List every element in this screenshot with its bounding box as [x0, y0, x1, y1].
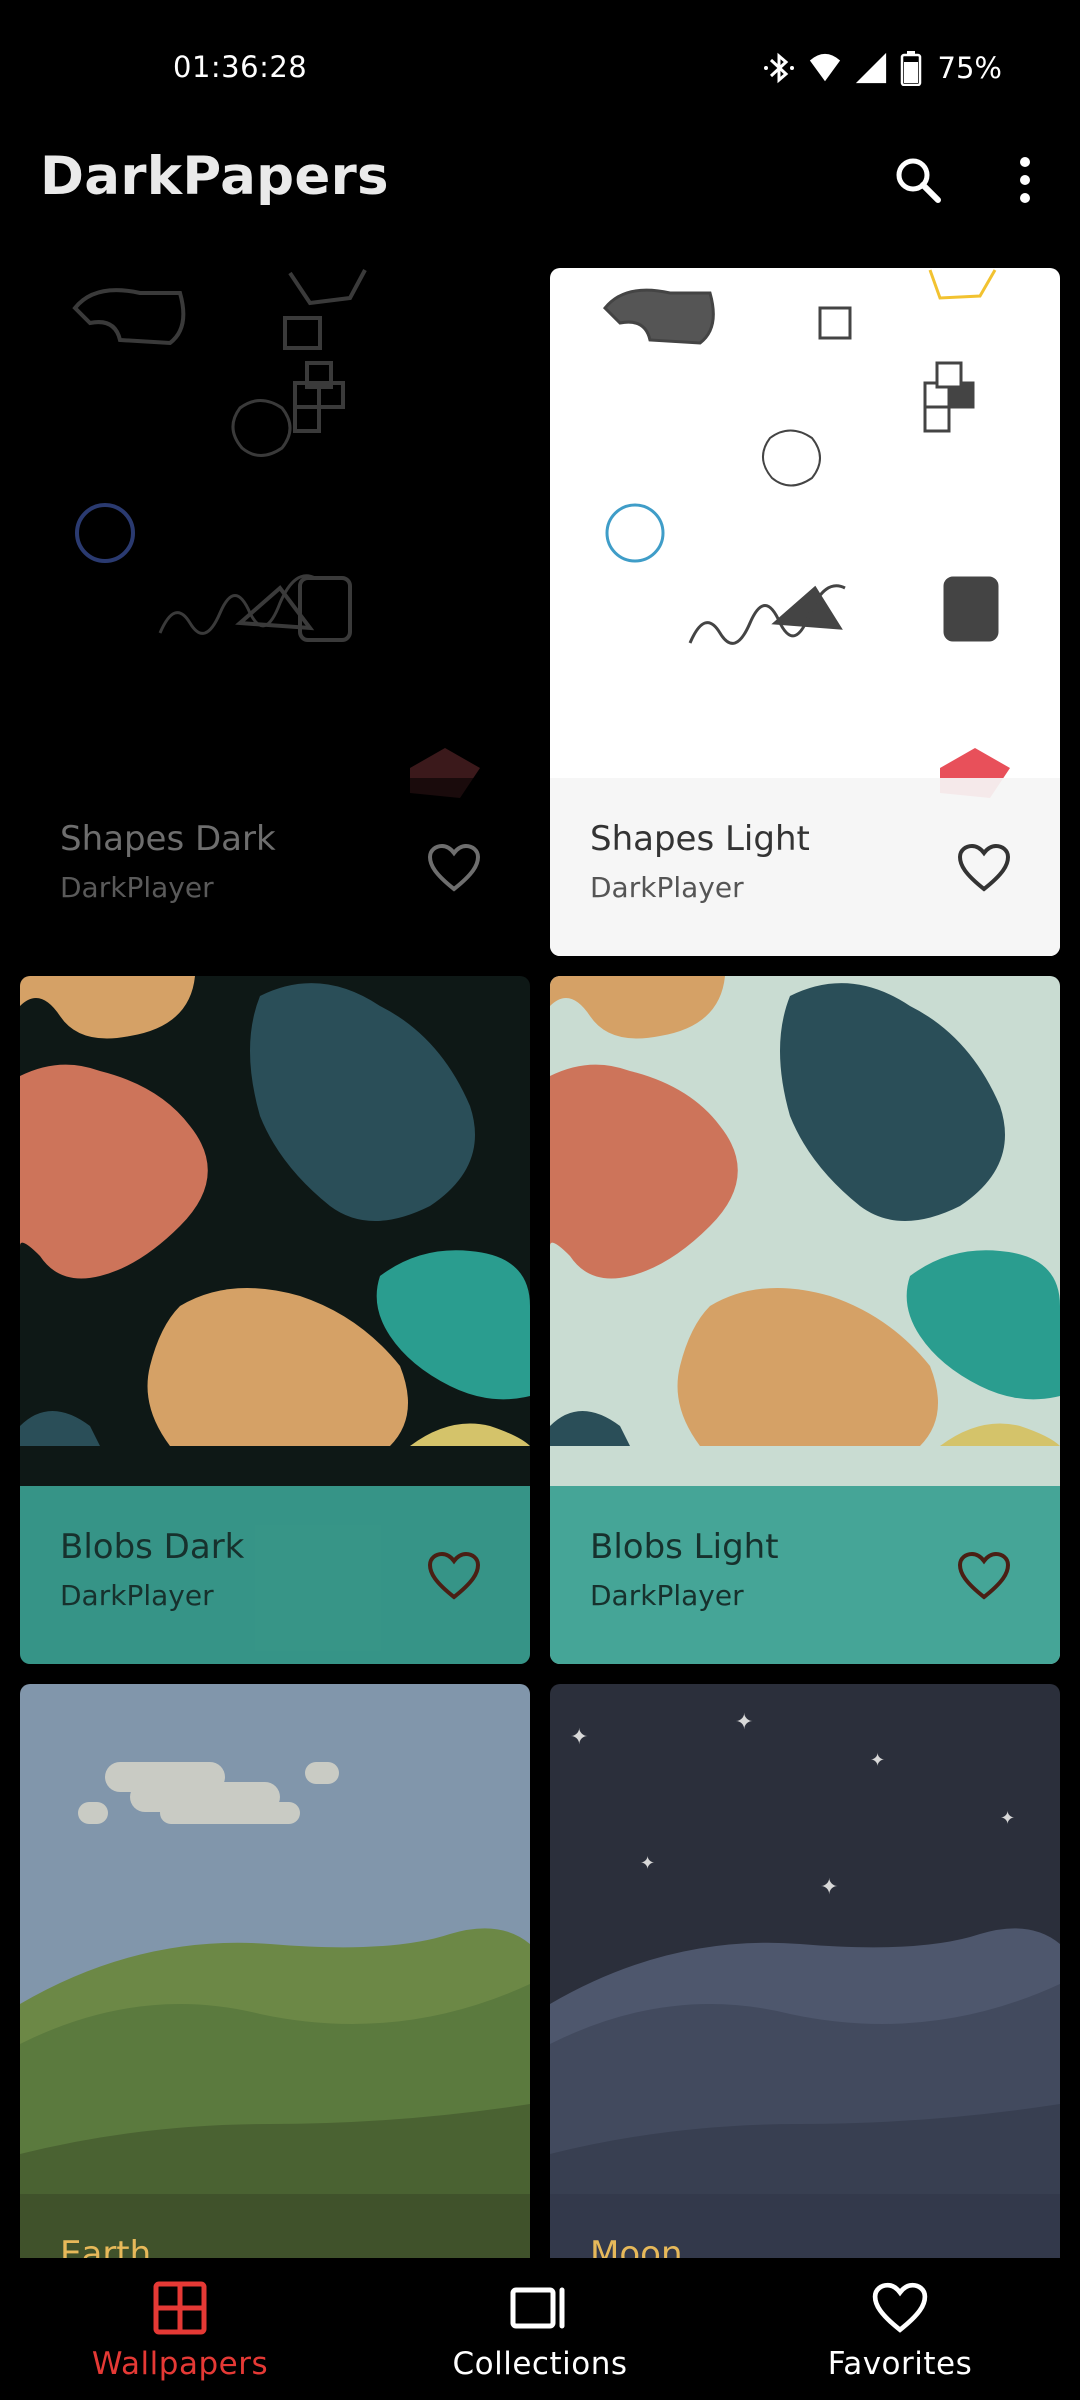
cell-signal-icon: [855, 52, 886, 84]
card-title: Moon: [590, 2234, 683, 2258]
svg-text:✦: ✦: [640, 1853, 655, 1874]
card-title: Shapes Dark: [60, 819, 276, 859]
svg-text:✦: ✦: [1000, 1808, 1015, 1829]
card-title: Blobs Dark: [60, 1527, 245, 1567]
wallpaper-card[interactable]: ✦ ✦ ✦ ✦ ✦ ✦ Moon: [550, 1684, 1060, 2258]
bluetooth-icon: [763, 52, 794, 84]
card-footer: Blobs Dark DarkPlayer: [20, 1486, 530, 1664]
favorite-button[interactable]: [944, 828, 1024, 908]
card-author: DarkPlayer: [590, 871, 744, 904]
moon-artwork: ✦ ✦ ✦ ✦ ✦ ✦: [550, 1710, 1060, 2258]
more-options-button[interactable]: [985, 140, 1065, 220]
card-footer: Shapes Light DarkPlayer: [550, 778, 1060, 956]
search-button[interactable]: [878, 140, 958, 220]
card-title: Earth: [60, 2234, 152, 2258]
wifi-icon: [809, 53, 840, 82]
heart-icon: [427, 843, 481, 892]
wallpaper-card[interactable]: Blobs Dark DarkPlayer: [20, 976, 530, 1664]
status-time: 01:36:28: [173, 50, 308, 84]
nav-item-wallpapers[interactable]: Wallpapers: [0, 2258, 360, 2400]
card-footer: Earth: [20, 2194, 530, 2258]
card-author: DarkPlayer: [60, 1579, 214, 1612]
svg-text:✦: ✦: [820, 1875, 838, 1900]
collections-icon: [510, 2278, 570, 2338]
nav-label: Collections: [452, 2346, 628, 2382]
card-footer: Shapes Dark DarkPlayer: [20, 778, 530, 956]
svg-text:✦: ✦: [870, 1750, 885, 1771]
nav-item-collections[interactable]: Collections: [360, 2258, 720, 2400]
heart-icon: [870, 2278, 930, 2338]
favorite-button[interactable]: [414, 828, 494, 908]
card-footer: Moon: [550, 2194, 1060, 2258]
wallpaper-grid: Shapes Dark DarkPlayer Shapes Light Dark…: [20, 268, 1060, 2258]
wallpaper-card[interactable]: Blobs Light DarkPlayer: [550, 976, 1060, 1664]
wallpaper-card[interactable]: Shapes Light DarkPlayer: [550, 268, 1060, 956]
card-title: Blobs Light: [590, 1527, 779, 1567]
bottom-navigation: Wallpapers Collections Favorites: [0, 2258, 1080, 2400]
favorite-button[interactable]: [414, 1536, 494, 1616]
earth-artwork: [20, 1762, 530, 2258]
card-title: Shapes Light: [590, 819, 810, 859]
wallpaper-card[interactable]: Shapes Dark DarkPlayer: [20, 268, 530, 956]
status-icons: 75%: [762, 50, 1002, 86]
heart-icon: [957, 843, 1011, 892]
card-author: DarkPlayer: [60, 871, 214, 904]
card-author: DarkPlayer: [590, 1579, 744, 1612]
nav-item-favorites[interactable]: Favorites: [720, 2258, 1080, 2400]
svg-text:✦: ✦: [570, 1725, 588, 1750]
more-vert-icon: [1020, 157, 1030, 203]
battery-icon: [900, 51, 921, 86]
nav-label: Wallpapers: [91, 2346, 269, 2382]
heart-icon: [427, 1551, 481, 1600]
heart-icon: [957, 1551, 1011, 1600]
wallpaper-card[interactable]: Earth: [20, 1684, 530, 2258]
card-footer: Blobs Light DarkPlayer: [550, 1486, 1060, 1664]
nav-label: Favorites: [827, 2346, 973, 2382]
search-icon: [896, 158, 941, 203]
favorite-button[interactable]: [944, 1536, 1024, 1616]
status-bar: 01:36:28 75%: [0, 0, 1080, 140]
grid-icon: [150, 2278, 210, 2338]
battery-percent: 75%: [937, 51, 1002, 85]
app-title: DarkPapers: [40, 146, 389, 207]
svg-text:✦: ✦: [735, 1710, 753, 1735]
